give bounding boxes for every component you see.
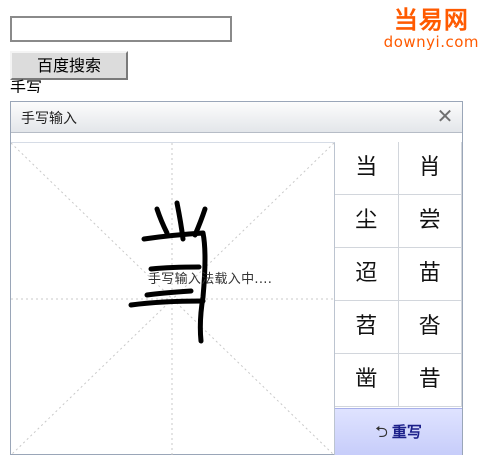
canvas-guide-lines: [11, 143, 334, 455]
candidate-char[interactable]: 昔: [398, 354, 462, 407]
handwriting-label: 手写: [10, 79, 43, 93]
rewrite-label: 重写: [391, 423, 422, 441]
candidate-char[interactable]: 迢: [335, 248, 399, 301]
candidate-char[interactable]: 当: [335, 142, 399, 195]
rewrite-button[interactable]: ⮌ 重写: [335, 408, 462, 455]
candidate-char[interactable]: 凿: [335, 354, 399, 407]
candidate-char[interactable]: 肖: [398, 142, 462, 195]
panel-title: 手写输入: [21, 111, 77, 127]
undo-arrow-icon: ⮌: [375, 422, 388, 441]
candidate-char[interactable]: 苕: [335, 301, 399, 354]
logo-sub-text: downyi.com: [383, 33, 479, 51]
handwriting-panel: 手写输入 ✕ 手写输入法载入中.... 当 肖 尘 尝 迢 苗 苕 沓 凿 昔 …: [10, 101, 463, 455]
logo-main-text: 当易网: [393, 6, 469, 34]
search-input[interactable]: [10, 16, 232, 42]
candidate-char[interactable]: 苗: [398, 248, 462, 301]
candidate-char[interactable]: 尘: [335, 195, 399, 248]
candidate-char[interactable]: 尝: [398, 195, 462, 248]
close-icon[interactable]: ✕: [434, 105, 456, 127]
site-logo: 当易网 downyi.com: [384, 6, 479, 50]
baidu-search-button[interactable]: 百度搜索: [10, 51, 128, 80]
candidate-grid: 当 肖 尘 尝 迢 苗 苕 沓 凿 昔: [335, 142, 462, 407]
loading-status-text: 手写输入法载入中....: [148, 272, 273, 287]
panel-header: 手写输入 ✕: [11, 102, 462, 133]
candidate-char[interactable]: 沓: [398, 301, 462, 354]
handwriting-canvas[interactable]: 手写输入法载入中....: [11, 142, 335, 455]
handwriting-strokes: [11, 143, 334, 455]
